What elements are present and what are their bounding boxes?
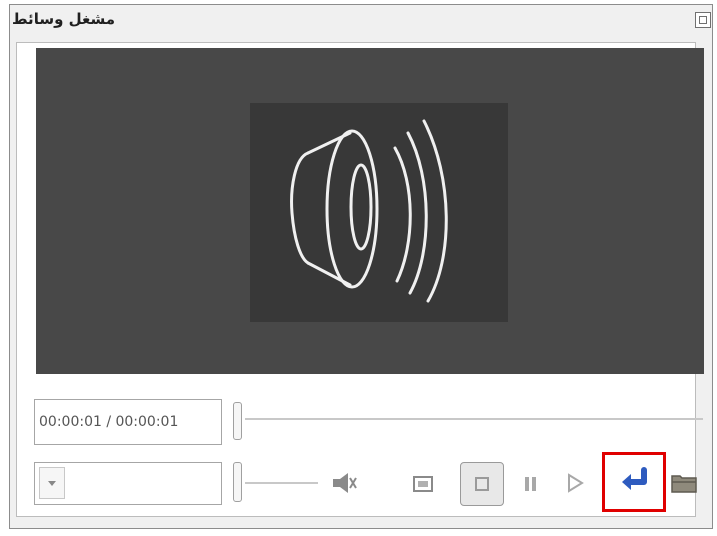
window-title: مشغل وسائط <box>12 10 116 28</box>
time-display: 00:00:01 / 00:00:01 <box>34 399 222 445</box>
stop-icon <box>475 477 489 491</box>
play-icon[interactable] <box>565 472 585 494</box>
pause-icon[interactable] <box>521 474 541 494</box>
folder-open-icon[interactable] <box>669 470 699 496</box>
volume-slider-thumb[interactable] <box>233 462 242 502</box>
media-select[interactable] <box>34 462 222 505</box>
seek-slider-track[interactable] <box>245 418 703 420</box>
return-arrow-icon[interactable] <box>618 466 652 498</box>
volume-slider-track[interactable] <box>245 482 318 484</box>
speaker-mute-icon[interactable] <box>329 470 359 496</box>
seek-slider-thumb[interactable] <box>233 402 242 440</box>
close-button[interactable] <box>695 12 711 28</box>
speaker-icon <box>290 119 448 303</box>
chevron-down-icon[interactable] <box>39 467 65 499</box>
fullscreen-icon[interactable] <box>412 474 434 494</box>
audio-placeholder <box>250 103 508 322</box>
